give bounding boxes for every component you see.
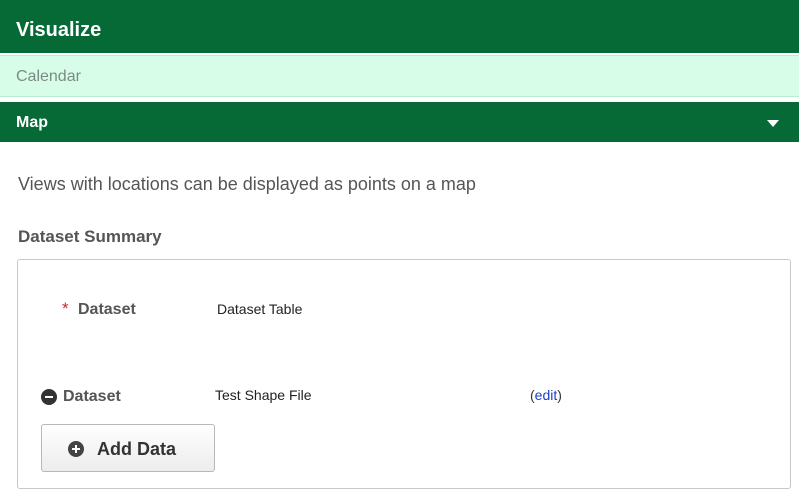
accordion-item-map[interactable]: Map bbox=[0, 102, 799, 142]
add-data-button[interactable]: Add Data bbox=[41, 424, 215, 472]
edit-dataset: (edit) bbox=[530, 386, 562, 404]
visualize-panel: Visualize Calendar Map Views with locati… bbox=[0, 0, 799, 501]
add-data-label: Add Data bbox=[97, 439, 177, 459]
dataset-value-secondary: Test Shape File bbox=[215, 387, 312, 403]
minus-circle-icon[interactable] bbox=[41, 389, 57, 405]
dataset-label-secondary: Dataset bbox=[63, 388, 121, 405]
calendar-label: Calendar bbox=[16, 68, 81, 85]
visualize-title: Visualize bbox=[16, 19, 102, 41]
dataset-label: Dataset bbox=[78, 301, 136, 318]
edit-close-paren: ) bbox=[557, 387, 562, 403]
accordion-item-calendar[interactable]: Calendar bbox=[0, 55, 799, 97]
required-marker: * bbox=[62, 299, 69, 318]
caret-down-icon[interactable] bbox=[767, 120, 779, 127]
map-description: Views with locations can be displayed as… bbox=[18, 174, 476, 194]
plus-circle-icon bbox=[68, 441, 84, 457]
dataset-value: Dataset Table bbox=[217, 301, 303, 317]
visualize-header: Visualize bbox=[0, 0, 799, 55]
map-label: Map bbox=[16, 114, 48, 131]
dataset-summary-title: Dataset Summary bbox=[18, 227, 162, 246]
edit-link[interactable]: edit bbox=[535, 387, 558, 403]
